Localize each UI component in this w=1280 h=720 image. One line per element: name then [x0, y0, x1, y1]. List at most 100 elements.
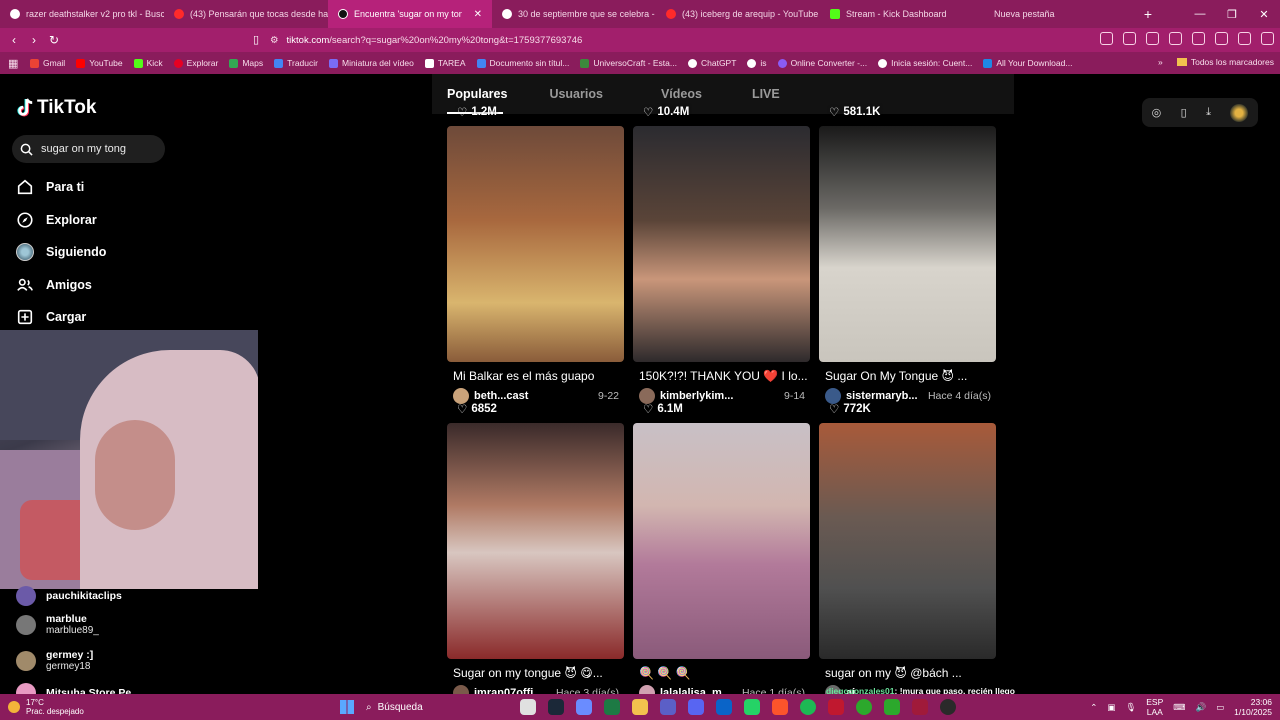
forward-icon[interactable]: › [24, 33, 44, 47]
creator-name[interactable]: kimberlykim... [660, 390, 784, 402]
menu-icon[interactable] [1261, 32, 1274, 45]
coins-icon[interactable]: ◎ [1152, 106, 1162, 119]
nav-siguiendo[interactable]: Siguiendo [16, 243, 236, 261]
music-icon[interactable] [1146, 32, 1159, 45]
xbox-icon[interactable] [856, 699, 872, 715]
tiktok-logo[interactable]: TikTok [16, 97, 96, 119]
obs-icon[interactable] [940, 699, 956, 715]
ai-icon[interactable] [1215, 32, 1228, 45]
bookmark-chatgpt[interactable]: ChatGPT [687, 58, 736, 68]
tray-app-icon[interactable]: ▣ [1107, 702, 1115, 713]
device-icon[interactable]: ▯ [1181, 106, 1187, 119]
download-icon[interactable]: ⤓ [1206, 106, 1211, 119]
steam-icon[interactable] [548, 699, 564, 715]
reload-icon[interactable]: ↻ [44, 33, 64, 47]
browser-tab[interactable]: razer deathstalker v2 pro tkl - Busca [0, 0, 164, 28]
apps-grid-icon[interactable]: ▦ [8, 57, 18, 70]
close-tab-icon[interactable]: ✕ [474, 9, 482, 20]
spotify-icon[interactable] [800, 699, 816, 715]
browser-tab[interactable]: 30 de septiembre que se celebra - B [492, 0, 656, 28]
whatsapp-icon[interactable] [744, 699, 760, 715]
all-bookmarks-folder[interactable]: Todos los marcadores [1176, 57, 1274, 67]
extension-icon[interactable] [1100, 32, 1113, 45]
bookmark-miniatura[interactable]: Miniatura del vídeo [328, 58, 414, 68]
video-thumbnail[interactable] [819, 126, 996, 362]
teams-icon[interactable] [660, 699, 676, 715]
discord-icon[interactable] [688, 699, 704, 715]
volume-icon[interactable]: 🔊 [1196, 702, 1207, 713]
outlook-icon[interactable] [716, 699, 732, 715]
brave-icon[interactable] [772, 699, 788, 715]
search-input[interactable]: sugar on my tong [12, 135, 165, 163]
bookmark-kick[interactable]: Kick [133, 58, 163, 68]
bookmark-universocraft[interactable]: UniversoCraft - Esta... [580, 58, 677, 68]
video-thumbnail[interactable] [819, 423, 996, 659]
back-icon[interactable]: ‹ [4, 33, 24, 47]
browser-tab[interactable]: Stream - Kick Dashboard [820, 0, 984, 28]
wallet-icon[interactable] [1192, 32, 1205, 45]
taskbar-search[interactable]: ⌕ Búsqueda [366, 697, 486, 717]
bookmark-gmail[interactable]: Gmail [30, 58, 65, 68]
record-icon[interactable] [828, 699, 844, 715]
bookmark-explorar[interactable]: Explorar [173, 58, 218, 68]
copilot-icon[interactable] [576, 699, 592, 715]
like-count: ♡ 10.4M [643, 106, 690, 119]
bookmark-icon[interactable]: ▯ [246, 33, 266, 46]
app-icon[interactable] [912, 699, 928, 715]
tab-live[interactable]: LIVE [717, 74, 795, 114]
new-tab-button[interactable]: + [1134, 6, 1162, 22]
nav-amigos[interactable]: Amigos [16, 276, 236, 294]
shield-icon[interactable] [1238, 32, 1251, 45]
language-indicator[interactable]: ESP LAA [1146, 697, 1163, 717]
bookmark-online-converter[interactable]: Online Converter -... [777, 58, 867, 68]
tab-usuarios[interactable]: Usuarios [522, 74, 618, 114]
browser-tab[interactable]: (43) iceberg de arequip - YouTube [656, 0, 820, 28]
sidebar-icon[interactable] [1169, 32, 1182, 45]
browser-tab-active[interactable]: Encuentra 'sugar on my tong' en ✕ [328, 0, 492, 28]
tray-overflow-icon[interactable]: ⌃ [1090, 702, 1097, 713]
following-item[interactable]: germey :] germey18 [16, 649, 246, 672]
network-icon[interactable]: ⌨ [1173, 702, 1185, 713]
more-bookmarks-icon[interactable]: » [1158, 57, 1163, 67]
mic-icon[interactable]: 🎙 [1125, 702, 1136, 713]
excel-icon[interactable] [604, 699, 620, 715]
video-thumbnail[interactable] [633, 126, 810, 362]
battery-icon[interactable]: ▭ [1216, 702, 1224, 713]
url-path: /search?q=sugar%20on%20my%20tong&t=17593… [329, 34, 583, 46]
close-window-icon[interactable]: ✕ [1248, 8, 1280, 21]
url-field[interactable]: ⚙ tiktok.com/search?q=sugar%20on%20my%20… [270, 32, 990, 48]
profile-avatar[interactable] [1230, 103, 1249, 122]
avatar [16, 614, 36, 635]
bookmark-traducir[interactable]: Traducir [274, 58, 318, 68]
video-thumbnail[interactable] [447, 423, 624, 659]
nav-cargar[interactable]: Cargar [16, 308, 236, 326]
following-item[interactable]: pauchikitaclips [16, 586, 246, 606]
bookmark-youtube[interactable]: YouTube [76, 58, 123, 68]
browser-tab[interactable]: (43) Pensarán que tocas desde hace [164, 0, 328, 28]
gamebar-icon[interactable] [884, 699, 900, 715]
following-item[interactable]: marblue marblue89_ [16, 613, 246, 636]
bookmark-maps[interactable]: Maps [229, 58, 263, 68]
clock[interactable]: 23:06 1/10/2025 [1234, 697, 1272, 717]
nav-para-ti[interactable]: Para ti [16, 178, 236, 196]
bookmark-is[interactable]: is [747, 58, 767, 68]
is-icon [747, 58, 757, 68]
bookmark-documento[interactable]: Documento sin títul... [476, 58, 569, 68]
creator-name[interactable]: sistermaryb... [846, 390, 928, 402]
screenshot-icon[interactable] [1123, 32, 1136, 45]
video-thumbnail[interactable] [447, 126, 624, 362]
bookmark-all-your-download[interactable]: All Your Download... [983, 58, 1072, 68]
weather-widget[interactable]: 17°C Prac. despejado [8, 698, 84, 716]
bookmark-tarea[interactable]: TAREA [424, 58, 466, 68]
maximize-icon[interactable]: ❐ [1216, 8, 1248, 21]
site-info-icon[interactable]: ⚙ [270, 35, 279, 46]
browser-tab[interactable]: Nueva pestaña [984, 0, 1134, 28]
task-view-icon[interactable] [520, 699, 536, 715]
bookmark-inicia-sesion[interactable]: Inicia sesión: Cuent... [878, 58, 972, 68]
creator-name[interactable]: beth...cast [474, 390, 598, 402]
minimize-icon[interactable]: — [1184, 8, 1216, 20]
video-thumbnail[interactable] [633, 423, 810, 659]
windows-start-icon[interactable] [340, 700, 354, 714]
nav-explorar[interactable]: Explorar [16, 211, 236, 229]
explorer-icon[interactable] [632, 699, 648, 715]
